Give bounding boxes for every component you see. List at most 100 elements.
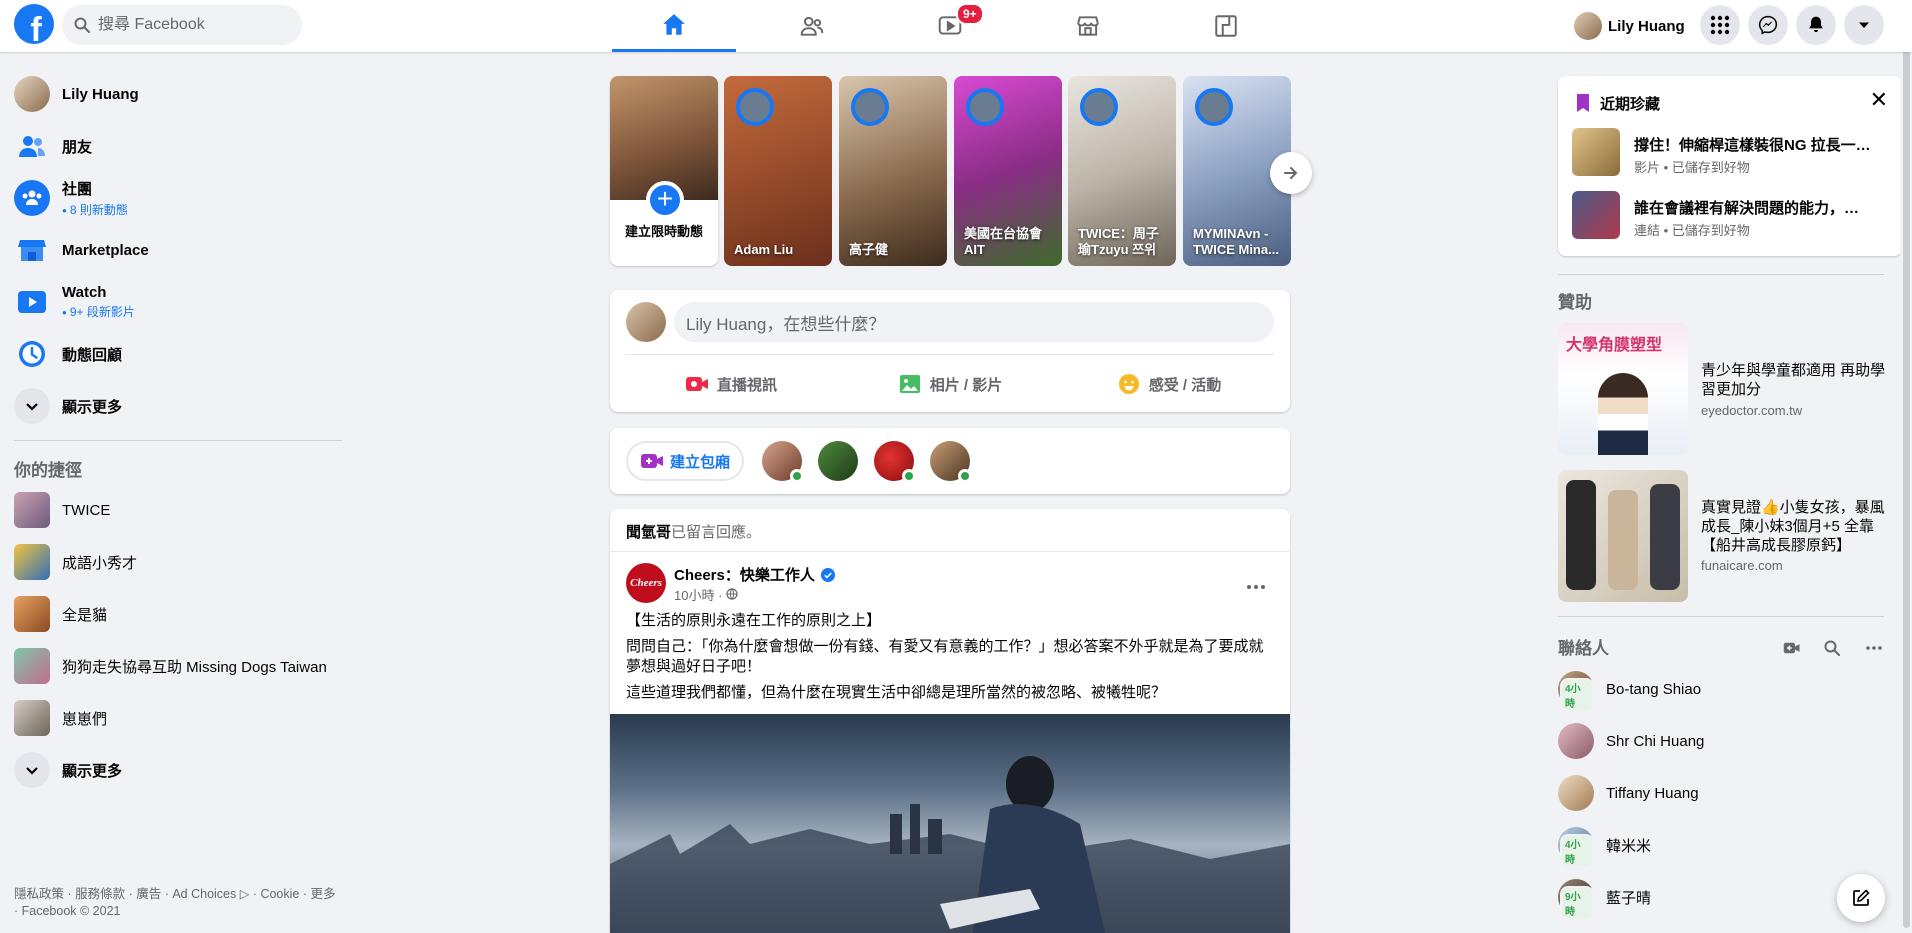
contact-item[interactable]: 9小時 藍子晴 — [1552, 871, 1882, 923]
sidebar-item-groups[interactable]: 社團 8 則新動態 — [8, 172, 344, 224]
room-friend-avatar[interactable] — [930, 441, 972, 483]
more-dots-icon — [1247, 585, 1265, 589]
story-avatar — [851, 88, 889, 126]
shortcut-missing-dogs[interactable]: 狗狗走失協尋互助 Missing Dogs Taiwan — [8, 640, 344, 692]
stories-tray: + 建立限時動態 Adam Liu 高子健 美國在台協會 AIT TWICE：周… — [610, 76, 1291, 266]
search-box[interactable] — [62, 5, 302, 45]
live-video-button[interactable]: 直播視訊 — [626, 364, 836, 404]
contact-item[interactable]: 4小時 韓米米 — [1552, 819, 1882, 871]
room-friend-avatar[interactable] — [762, 441, 804, 483]
menu-button[interactable] — [1700, 5, 1740, 45]
messenger-button[interactable] — [1748, 5, 1788, 45]
activity-user[interactable]: 聞氫哥 — [626, 524, 671, 541]
left-sidebar: Lily Huang 朋友 社團 8 則新動態 Marketplace Watc… — [0, 52, 360, 933]
shortcut-thumbnail — [14, 492, 50, 528]
ad-title: 青少年與學童都適用 再助學習更加分 — [1701, 362, 1886, 398]
compose-icon — [1853, 889, 1870, 906]
contact-item[interactable]: 4小時 Bo-tang Shiao — [1552, 663, 1882, 715]
sidebar-item-watch[interactable]: Watch 9+ 段新影片 — [8, 276, 344, 328]
tab-gaming[interactable] — [1164, 0, 1288, 52]
stories-next-button[interactable] — [1270, 152, 1312, 194]
shortcut-thumbnail — [14, 544, 50, 580]
page-name[interactable]: Cheers：快樂工作人 — [674, 564, 815, 585]
close-icon[interactable]: ✕ — [1870, 89, 1888, 111]
story-card[interactable]: TWICE：周子瑜Tzuyu 쯔위 — [1068, 76, 1176, 266]
post-body: 【生活的原則永遠在工作的原則之上】 問問自己：「你為什麼會想做一份有錢、有愛又有… — [626, 611, 1274, 709]
bookmark-icon — [1577, 94, 1589, 112]
action-label: 感受 / 活動 — [1148, 376, 1222, 394]
feeling-activity-button[interactable]: 感受 / 活動 — [1064, 364, 1274, 404]
story-author: 美國在台協會 AIT — [964, 226, 1043, 257]
last-active-badge: 4小時 — [1560, 834, 1594, 868]
shortcut-cats[interactable]: 全是貓 — [8, 588, 344, 640]
sponsored-title: 贊助 — [1558, 293, 1592, 312]
story-author: MYMINAvn - TWICE Mina... — [1193, 226, 1279, 257]
sidebar-item-memories[interactable]: 動態回顧 — [8, 328, 344, 380]
video-plus-icon — [1783, 642, 1800, 654]
watch-icon — [14, 284, 50, 320]
post-paragraph: 這些道理我們都懂，但為什麼在現實生活中卻總是理所當然的被忽略、被犧牲呢？ — [626, 684, 1167, 701]
contact-avatar: 4小時 — [1558, 827, 1594, 868]
contact-item[interactable]: Tiffany Huang — [1552, 767, 1882, 819]
contact-options-button[interactable] — [1858, 632, 1890, 664]
room-friend-avatar[interactable] — [818, 441, 858, 481]
sponsored-ad[interactable]: 大學角膜塑型 青少年與學童都適用 再助學習更加分 eyedoctor.com.t… — [1558, 323, 1902, 455]
post-paragraph: 問問自己：「你為什麼會想做一份有錢、有愛又有意義的工作？」想必答案不外乎就是為了… — [626, 638, 1264, 675]
post-more-button[interactable] — [1238, 569, 1274, 605]
new-message-button[interactable] — [1837, 874, 1885, 922]
saved-thumbnail — [1572, 191, 1620, 239]
sidebar-show-more[interactable]: 顯示更多 — [8, 380, 344, 432]
create-story-card[interactable]: + 建立限時動態 — [610, 76, 718, 266]
story-card[interactable]: 美國在台協會 AIT — [954, 76, 1062, 266]
page-avatar[interactable]: Cheers — [626, 563, 666, 603]
photo-icon — [899, 375, 920, 393]
story-avatar — [736, 88, 774, 126]
contact-item[interactable]: Shr Chi Huang — [1552, 715, 1882, 767]
create-room-button[interactable]: 建立包廂 — [626, 441, 745, 481]
saved-item[interactable]: 撐住！伸縮桿這樣裝很NG 拉長一… 影片 • 已儲存到好物 — [1572, 128, 1892, 178]
shortcut-babies[interactable]: 崽崽們 — [8, 692, 344, 744]
footer-copyright: · Facebook © 2021 — [14, 904, 121, 918]
search-input[interactable] — [98, 16, 278, 34]
room-friend-avatar[interactable] — [874, 441, 916, 483]
new-room-button[interactable] — [1776, 632, 1808, 664]
marketplace-icon — [14, 232, 50, 268]
online-indicator — [790, 469, 804, 483]
story-author: 高子健 — [849, 242, 889, 257]
online-indicator — [958, 469, 972, 483]
sponsored-ad[interactable]: 真實見證👍小隻女孩，暴風成長_陳小妹3個月+5 全靠【船井高成長膠原鈣】 fun… — [1558, 470, 1902, 602]
shortcut-thumbnail — [14, 596, 50, 632]
profile-chip[interactable]: Lily Huang — [1568, 8, 1693, 44]
post-image[interactable] — [610, 714, 1290, 933]
tab-marketplace[interactable] — [1026, 0, 1150, 52]
account-button[interactable] — [1844, 5, 1884, 45]
facebook-logo[interactable]: f — [14, 4, 54, 44]
post-image-scene — [610, 756, 1290, 933]
sidebar-item-profile[interactable]: Lily Huang — [8, 68, 344, 120]
globe-icon — [726, 588, 738, 600]
footer-line[interactable]: 隱私政策 · 服務條款 · 廣告 · Ad Choices ▷ · Cookie… — [14, 886, 354, 903]
tab-watch[interactable]: 9+ — [888, 0, 1012, 52]
story-card[interactable]: 高子健 — [839, 76, 947, 266]
notifications-button[interactable] — [1796, 5, 1836, 45]
sidebar-item-marketplace[interactable]: Marketplace — [8, 224, 344, 276]
composer-input[interactable]: Lily Huang，在想些什麼？ — [674, 302, 1274, 342]
shortcuts-show-more[interactable]: 顯示更多 — [8, 744, 344, 796]
tab-home[interactable] — [612, 0, 736, 52]
photo-video-button[interactable]: 相片 / 影片 — [845, 364, 1055, 404]
tab-friends[interactable] — [750, 0, 874, 52]
story-card[interactable]: Adam Liu — [724, 76, 832, 266]
last-active-badge: 4小時 — [1560, 678, 1594, 712]
saved-item[interactable]: 誰在會議裡有解決問題的能力，… 連結 • 已儲存到好物 — [1572, 191, 1892, 241]
scrollbar-thumb[interactable] — [1903, 4, 1910, 928]
contact-name: Tiffany Huang — [1606, 784, 1699, 802]
shortcut-twice[interactable]: TWICE — [8, 484, 344, 536]
post-author[interactable]: Cheers：快樂工作人 — [674, 564, 835, 585]
contact-search-button[interactable] — [1816, 632, 1848, 664]
shortcut-idiom[interactable]: 成語小秀才 — [8, 536, 344, 588]
sidebar-item-friends[interactable]: 朋友 — [8, 120, 344, 172]
create-story-label: 建立限時動態 — [624, 224, 703, 239]
post-timestamp[interactable]: 10小時 · — [674, 585, 738, 604]
contact-avatar: 9小時 — [1558, 879, 1594, 920]
sidebar-item-label: Lily Huang — [62, 85, 139, 103]
